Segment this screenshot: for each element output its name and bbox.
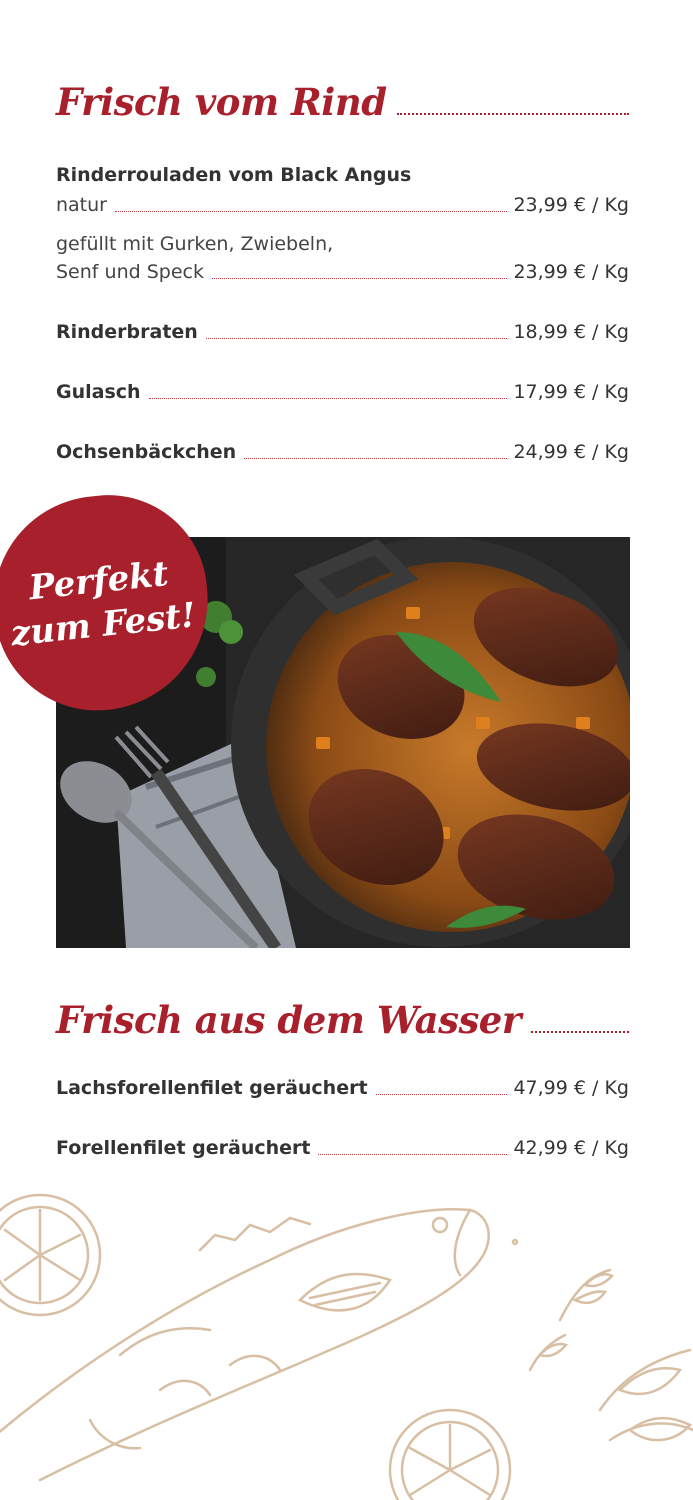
menu-item-rinderbraten: Rinderbraten 18,99 € / Kg [56,320,629,344]
item-price: 23,99 € / Kg [513,261,629,283]
item-price: 18,99 € / Kg [513,321,629,343]
dotted-leader [375,1094,508,1095]
dotted-leader [318,1154,508,1155]
item-price: 42,99 € / Kg [513,1137,629,1159]
section-title: Frisch vom Rind [56,80,387,124]
menu-item-forellenfilet: Forellenfilet geräuchert 42,99 € / Kg [56,1136,629,1160]
item-name: natur [56,194,107,216]
item-price: 17,99 € / Kg [513,381,629,403]
menu-item-gulasch: Gulasch 17,99 € / Kg [56,380,629,404]
dotted-leader [396,113,629,115]
dotted-leader [211,278,508,279]
dotted-leader [244,458,508,459]
fish-lemon-herb-illustration [0,1193,693,1500]
rouladen-heading: Rinderrouladen vom Black Angus [56,164,412,186]
menu-item-lachsforellenfilet: Lachsforellenfilet geräuchert 47,99 € / … [56,1076,629,1100]
item-name: Rinderbraten [56,321,198,343]
item-name: Lachsforellenfilet geräuchert [56,1077,368,1099]
dotted-leader [115,211,508,212]
section-heading-rind: Frisch vom Rind [56,84,629,121]
item-price: 24,99 € / Kg [513,441,629,463]
item-name: Gulasch [56,381,141,403]
dotted-leader [530,1031,629,1033]
menu-item-natur: natur 23,99 € / Kg [56,193,629,217]
item-price: 23,99 € / Kg [513,194,629,216]
menu-item-ochsenbaeckchen: Ochsenbäckchen 24,99 € / Kg [56,440,629,464]
item-name: Forellenfilet geräuchert [56,1137,311,1159]
item-description: gefüllt mit Gurken, Zwiebeln, [56,233,334,255]
dotted-leader [205,338,508,339]
dotted-leader [148,398,508,399]
menu-item-gefuellt: Senf und Speck 23,99 € / Kg [56,260,629,284]
item-price: 47,99 € / Kg [513,1077,629,1099]
section-title: Frisch aus dem Wasser [56,998,521,1042]
item-name: Senf und Speck [56,261,204,283]
item-name: Ochsenbäckchen [56,441,237,463]
section-heading-wasser: Frisch aus dem Wasser [56,1002,629,1039]
